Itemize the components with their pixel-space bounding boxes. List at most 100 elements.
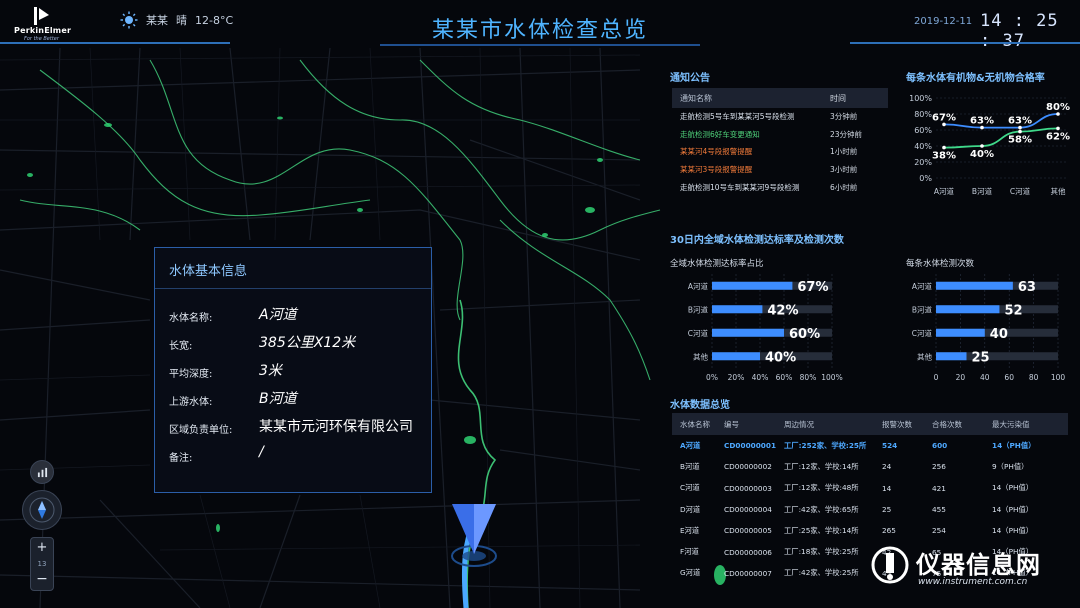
y-tick-label: 20% (914, 158, 932, 167)
notice-name: 某某河4号段报警提醒 (680, 147, 753, 157)
notice-item[interactable]: 某某河4号段报警提醒 1小时前 (672, 143, 888, 161)
series-line (943, 113, 1059, 129)
x-tick-label: 80% (800, 373, 817, 382)
table-cell: 600 (932, 441, 948, 451)
brand-logo: PerkinElmer For the Better (14, 6, 94, 42)
table-row[interactable]: A河道 CD00000001 工厂:252家、学校:25所 524 600 14（PH值） (672, 435, 1068, 456)
table-row[interactable]: C河道 CD00000003 工厂:12家、学校:48所 14 421 14（PH值） (672, 478, 1068, 499)
bar (712, 305, 763, 314)
notice-time: 1小时前 (830, 147, 858, 157)
notice-time: 3小时前 (830, 165, 858, 175)
value-label: 52 (1004, 303, 1022, 318)
bar (936, 352, 967, 361)
notice-item[interactable]: 走航检测5号车到某某河5号段检测 3分钟前 (672, 108, 888, 126)
x-tick-label: 60% (776, 373, 793, 382)
table-cell: 455 (932, 505, 946, 515)
table-cell: CD00000001 (724, 441, 777, 451)
data-point (980, 144, 984, 148)
notice-time: 23分钟前 (830, 129, 863, 139)
y-tick-label: 40% (914, 142, 932, 151)
info-value: 385公里X12米 (259, 335, 356, 351)
value-label: 40% (765, 350, 796, 365)
water-info-panel: 水体基本信息 水体名称: A河道 长宽: 385公里X12米 平均深度: 3米 … (154, 247, 432, 493)
notice-section-title: 通知公告 (670, 73, 710, 84)
weather-condition: 晴 (176, 14, 187, 27)
data-point (1018, 129, 1022, 134)
notice-name: 走航检测10号车到某某河9号段检测 (680, 182, 800, 192)
table-row[interactable]: E河道 CD00000005 工厂:25家、学校:14所 265 254 14（PH值） (672, 520, 1068, 541)
page-title: 某某市水体检查总览 (431, 18, 648, 43)
notice-header-name: 通知名称 (680, 93, 712, 103)
x-tick-label: 40 (980, 373, 990, 382)
perkinelmer-logo-icon (34, 7, 49, 25)
x-tick-label: C河道 (1010, 186, 1031, 196)
series-line (943, 127, 1059, 149)
table-cell: A河道 (680, 440, 701, 450)
zoom-control: + 13 − (30, 537, 54, 591)
x-tick-label: 100 (1051, 373, 1066, 382)
info-value: A河道 (259, 307, 297, 323)
x-tick-label: 40% (752, 373, 769, 382)
info-row: 平均深度: 3米 (169, 360, 429, 384)
y-tick-label: 80% (914, 110, 932, 119)
data-label: 38% (932, 151, 956, 162)
info-row: 上游水体: B河道 (169, 388, 429, 412)
table-cell: 工厂:25家、学校:14所 (784, 525, 859, 535)
sun-icon (120, 11, 138, 29)
info-label: 平均深度: (169, 369, 213, 380)
notice-item[interactable]: 走航检测6好车变更通知 23分钟前 (672, 126, 888, 144)
table-cell: 工厂:42家、学校:25所 (784, 568, 859, 578)
table-cell: 工厂:42家、学校:65所 (784, 504, 859, 514)
category-label: B河道 (912, 304, 933, 314)
bar-chart-icon (37, 467, 47, 477)
table-cell: 256 (932, 462, 946, 472)
header-cell: 合格次数 (932, 419, 962, 429)
table-cell: CD00000005 (724, 526, 772, 536)
header-cell: 周边情况 (784, 419, 814, 429)
category-label: C河道 (688, 328, 709, 338)
table-cell: 工厂:12家、学校:48所 (784, 483, 859, 493)
data-label: 40% (970, 149, 994, 160)
table-cell: CD00000007 (724, 568, 772, 578)
data-point (1056, 126, 1060, 131)
notice-header-time: 时间 (830, 93, 846, 103)
category-label: C河道 (912, 328, 933, 338)
zoom-in-button[interactable]: + (31, 540, 53, 555)
info-label: 长宽: (169, 341, 193, 352)
x-tick-label: B河道 (972, 186, 993, 196)
table-cell: 工厂:18家、学校:25所 (784, 547, 859, 557)
category-label: A河道 (688, 281, 709, 291)
notice-item[interactable]: 某某河3号段报警提醒 3小时前 (672, 161, 888, 179)
info-panel-title: 水体基本信息 (169, 264, 248, 279)
x-tick-label: 100% (821, 373, 842, 382)
watermark-url: www.instrument.com.cn (918, 577, 1028, 587)
data-label: 62% (1046, 131, 1070, 142)
compass-button[interactable] (22, 490, 62, 530)
info-label: 区域负责单位: (169, 425, 233, 436)
table-row[interactable]: D河道 CD00000004 工厂:42家、学校:65所 25 455 14（PH值） (672, 499, 1068, 520)
x-tick-label: 0% (706, 373, 718, 382)
table-cell: 254 (932, 526, 946, 536)
count-chart-subtitle: 每条水体检测次数 (906, 259, 975, 269)
table-cell: 24 (882, 462, 892, 472)
category-label: B河道 (688, 304, 709, 314)
x-tick-label: 60 (1004, 373, 1014, 382)
bar (936, 305, 1000, 314)
zoom-out-button[interactable]: − (31, 571, 53, 587)
chart-toggle-button[interactable] (30, 460, 54, 484)
notice-item[interactable]: 走航检测10号车到某某河9号段检测 6小时前 (672, 178, 888, 196)
info-row: 水体名称: A河道 (169, 304, 429, 328)
table-cell: 421 (932, 483, 946, 493)
notice-time: 3分钟前 (830, 112, 858, 122)
category-label: 其他 (693, 351, 708, 361)
notice-table: 通知名称 时间 走航检测5号车到某某河5号段检测 3分钟前 走航检测6好车变更通知 2… (672, 88, 888, 196)
table-cell: D河道 (680, 504, 701, 514)
organic-chart-title: 每条水体有机物&无机物合格率 (906, 73, 1045, 84)
table-cell: 14 (882, 483, 892, 493)
value-label: 42% (767, 303, 798, 318)
table-row[interactable]: B河道 CD00000002 工厂:12家、学校:14所 24 256 9（PH值） (672, 456, 1068, 477)
header-divider-right (850, 42, 1080, 44)
compass-icon (29, 497, 55, 523)
info-value: 3米 (259, 363, 282, 379)
location-pin-icon[interactable] (434, 496, 514, 576)
